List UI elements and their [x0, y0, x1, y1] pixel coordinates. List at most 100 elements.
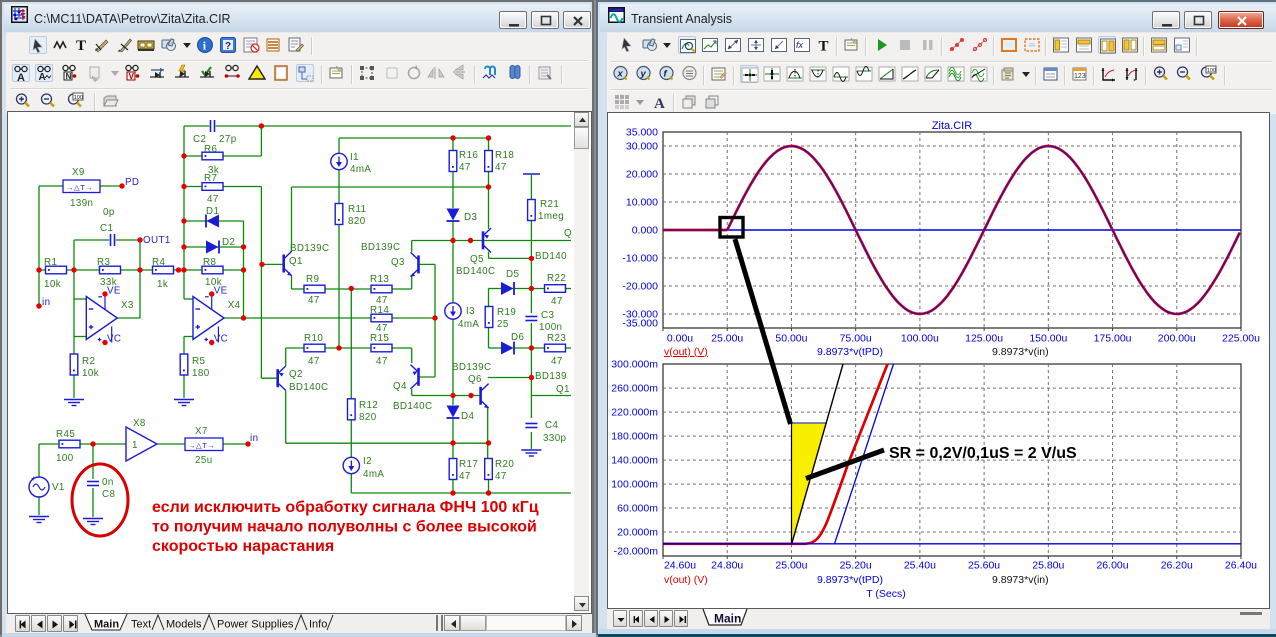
- svg-text:820: 820: [359, 412, 377, 423]
- svg-text:330p: 330p: [543, 433, 567, 444]
- svg-text:D4: D4: [461, 411, 474, 422]
- svg-text:820: 820: [348, 216, 366, 227]
- svg-text:24.80u: 24.80u: [711, 560, 743, 572]
- svg-text:I1: I1: [350, 152, 359, 163]
- svg-text:260.000m: 260.000m: [611, 383, 658, 395]
- svg-text:100: 100: [74, 95, 83, 101]
- svg-text:?: ?: [225, 41, 231, 52]
- svg-text:R21: R21: [540, 199, 559, 210]
- svg-text:T: T: [819, 39, 829, 55]
- svg-text:VE: VE: [214, 286, 228, 297]
- svg-text:0n: 0n: [102, 477, 114, 488]
- svg-text:Q5: Q5: [470, 254, 484, 265]
- svg-text:Q3: Q3: [391, 257, 405, 268]
- svg-text:R4: R4: [152, 257, 165, 268]
- svg-text:47: 47: [495, 162, 507, 173]
- svg-text:v(out) (V): v(out) (V): [664, 574, 708, 586]
- svg-text:10.000: 10.000: [626, 197, 658, 209]
- svg-text:x: x: [617, 69, 624, 80]
- svg-text:25.20u: 25.20u: [840, 560, 872, 572]
- svg-text:1meg: 1meg: [538, 211, 564, 222]
- svg-text:V1: V1: [52, 482, 65, 493]
- svg-text:4mA: 4mA: [350, 164, 371, 175]
- svg-text:9.8973*v(in): 9.8973*v(in): [992, 574, 1049, 586]
- svg-text:47: 47: [308, 356, 320, 367]
- svg-text:47: 47: [495, 471, 507, 482]
- svg-text:R14: R14: [370, 305, 389, 316]
- svg-text:100.000m: 100.000m: [611, 479, 658, 491]
- svg-text:D6: D6: [511, 332, 524, 343]
- svg-text:9.8973*v(tPD): 9.8973*v(tPD): [817, 346, 883, 358]
- svg-text:100: 100: [1207, 68, 1216, 74]
- svg-text:25: 25: [497, 319, 509, 330]
- svg-text:X9: X9: [72, 167, 85, 178]
- svg-text:60.000m: 60.000m: [617, 503, 658, 515]
- svg-text:10k: 10k: [82, 368, 99, 379]
- svg-text:R10: R10: [304, 333, 323, 344]
- svg-text:47: 47: [459, 162, 471, 173]
- svg-text:26.00u: 26.00u: [1096, 560, 1128, 572]
- svg-text:X8: X8: [133, 418, 146, 429]
- svg-text:R11: R11: [348, 204, 366, 215]
- svg-text:R15: R15: [370, 333, 389, 344]
- svg-text:-35.000: -35.000: [622, 318, 658, 330]
- svg-text:139n: 139n: [70, 198, 93, 209]
- svg-text:BD139C: BD139C: [361, 242, 400, 253]
- svg-text:X7: X7: [195, 426, 208, 437]
- svg-text:0.000: 0.000: [632, 225, 658, 237]
- svg-text:180.000m: 180.000m: [611, 431, 658, 443]
- svg-text:9.8973*v(tPD): 9.8973*v(tPD): [817, 574, 883, 586]
- svg-text:47: 47: [551, 356, 563, 367]
- svg-text:→△T→: →△T→: [66, 183, 93, 192]
- svg-text:если исключить обработку сигна: если исключить обработку сигнала ФНЧ 100…: [152, 499, 539, 516]
- svg-text:1: 1: [132, 440, 138, 451]
- svg-text:25.40u: 25.40u: [904, 560, 936, 572]
- svg-text:220.000m: 220.000m: [611, 407, 658, 419]
- svg-text:Q2: Q2: [289, 369, 303, 380]
- svg-text:47: 47: [459, 471, 471, 482]
- svg-text:75.00u: 75.00u: [840, 333, 872, 345]
- svg-text:4mA: 4mA: [458, 319, 479, 330]
- svg-text:R18: R18: [495, 150, 514, 161]
- svg-text:Q4: Q4: [393, 381, 407, 392]
- svg-text:BD139C: BD139C: [290, 243, 329, 254]
- svg-text:то получим начало полуволны с: то получим начало полуволны с более высо…: [152, 519, 537, 536]
- svg-text:in: in: [250, 433, 258, 444]
- svg-text:4mA: 4mA: [363, 469, 384, 480]
- svg-text:R3: R3: [97, 257, 110, 268]
- svg-text:Q1: Q1: [556, 384, 570, 395]
- svg-text:R19: R19: [497, 307, 516, 318]
- svg-text:9.8973*v(in): 9.8973*v(in): [992, 346, 1049, 358]
- svg-text:R17: R17: [459, 459, 478, 470]
- svg-text:Q1: Q1: [289, 256, 303, 267]
- svg-text:0.00u: 0.00u: [667, 333, 693, 345]
- svg-text:123: 123: [1074, 73, 1086, 80]
- svg-text:R23: R23: [547, 333, 566, 344]
- svg-text:VE: VE: [107, 286, 121, 297]
- svg-text:y: y: [640, 69, 647, 80]
- svg-text:-20.000m: -20.000m: [614, 546, 659, 558]
- svg-text:100: 100: [56, 453, 74, 464]
- svg-text:BD140C: BD140C: [393, 401, 432, 412]
- svg-text:50.00u: 50.00u: [775, 333, 807, 345]
- svg-text:→△T→: →△T→: [188, 441, 215, 450]
- svg-text:47: 47: [308, 295, 320, 306]
- svg-text:Main: Main: [94, 619, 119, 631]
- svg-text:V: V: [129, 72, 135, 81]
- svg-text:SR = 0,2V/0,1uS = 2 V/uS: SR = 0,2V/0,1uS = 2 V/uS: [889, 445, 1077, 462]
- svg-text:R5: R5: [192, 356, 205, 367]
- svg-text:N: N: [66, 72, 72, 81]
- svg-text:A: A: [17, 72, 25, 83]
- svg-text:R7: R7: [204, 173, 217, 184]
- svg-text:BD139: BD139: [535, 371, 567, 382]
- svg-text:-10.000: -10.000: [622, 253, 658, 265]
- svg-text:25.00u: 25.00u: [775, 560, 807, 572]
- svg-text:X4: X4: [228, 300, 241, 311]
- svg-text:26.40u: 26.40u: [1225, 560, 1257, 572]
- svg-text:Info: Info: [309, 619, 327, 631]
- svg-text:47: 47: [376, 356, 388, 367]
- svg-text:in: in: [42, 297, 50, 308]
- svg-text:R12: R12: [359, 400, 378, 411]
- svg-text:R1: R1: [44, 257, 57, 268]
- svg-text:R20: R20: [495, 459, 514, 470]
